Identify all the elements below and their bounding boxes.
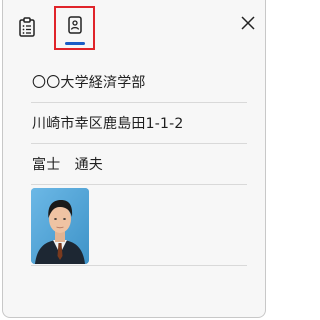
profile-panel: 〇〇大学経済学部 川崎市幸区鹿島田1-1-2 富士 通夫 (2, 0, 266, 318)
photo-field (31, 185, 247, 266)
profile-photo (31, 187, 89, 264)
name-value: 富士 通夫 (32, 157, 103, 173)
school-value: 〇〇大学経済学部 (32, 75, 146, 91)
panel-header (3, 0, 265, 62)
profile-fields: 〇〇大学経済学部 川崎市幸区鹿島田1-1-2 富士 通夫 (31, 62, 247, 266)
address-field: 川崎市幸区鹿島田1-1-2 (31, 103, 247, 144)
school-field: 〇〇大学経済学部 (31, 62, 247, 103)
close-button[interactable] (237, 12, 259, 34)
tab-notes[interactable] (11, 8, 43, 46)
id-badge-icon (67, 16, 82, 34)
address-value: 川崎市幸区鹿島田1-1-2 (32, 116, 184, 132)
clipboard-list-icon (19, 17, 35, 37)
close-icon (241, 16, 255, 30)
selected-tab-indicator (65, 42, 85, 45)
name-field: 富士 通夫 (31, 144, 247, 185)
tab-profile[interactable] (54, 6, 95, 50)
